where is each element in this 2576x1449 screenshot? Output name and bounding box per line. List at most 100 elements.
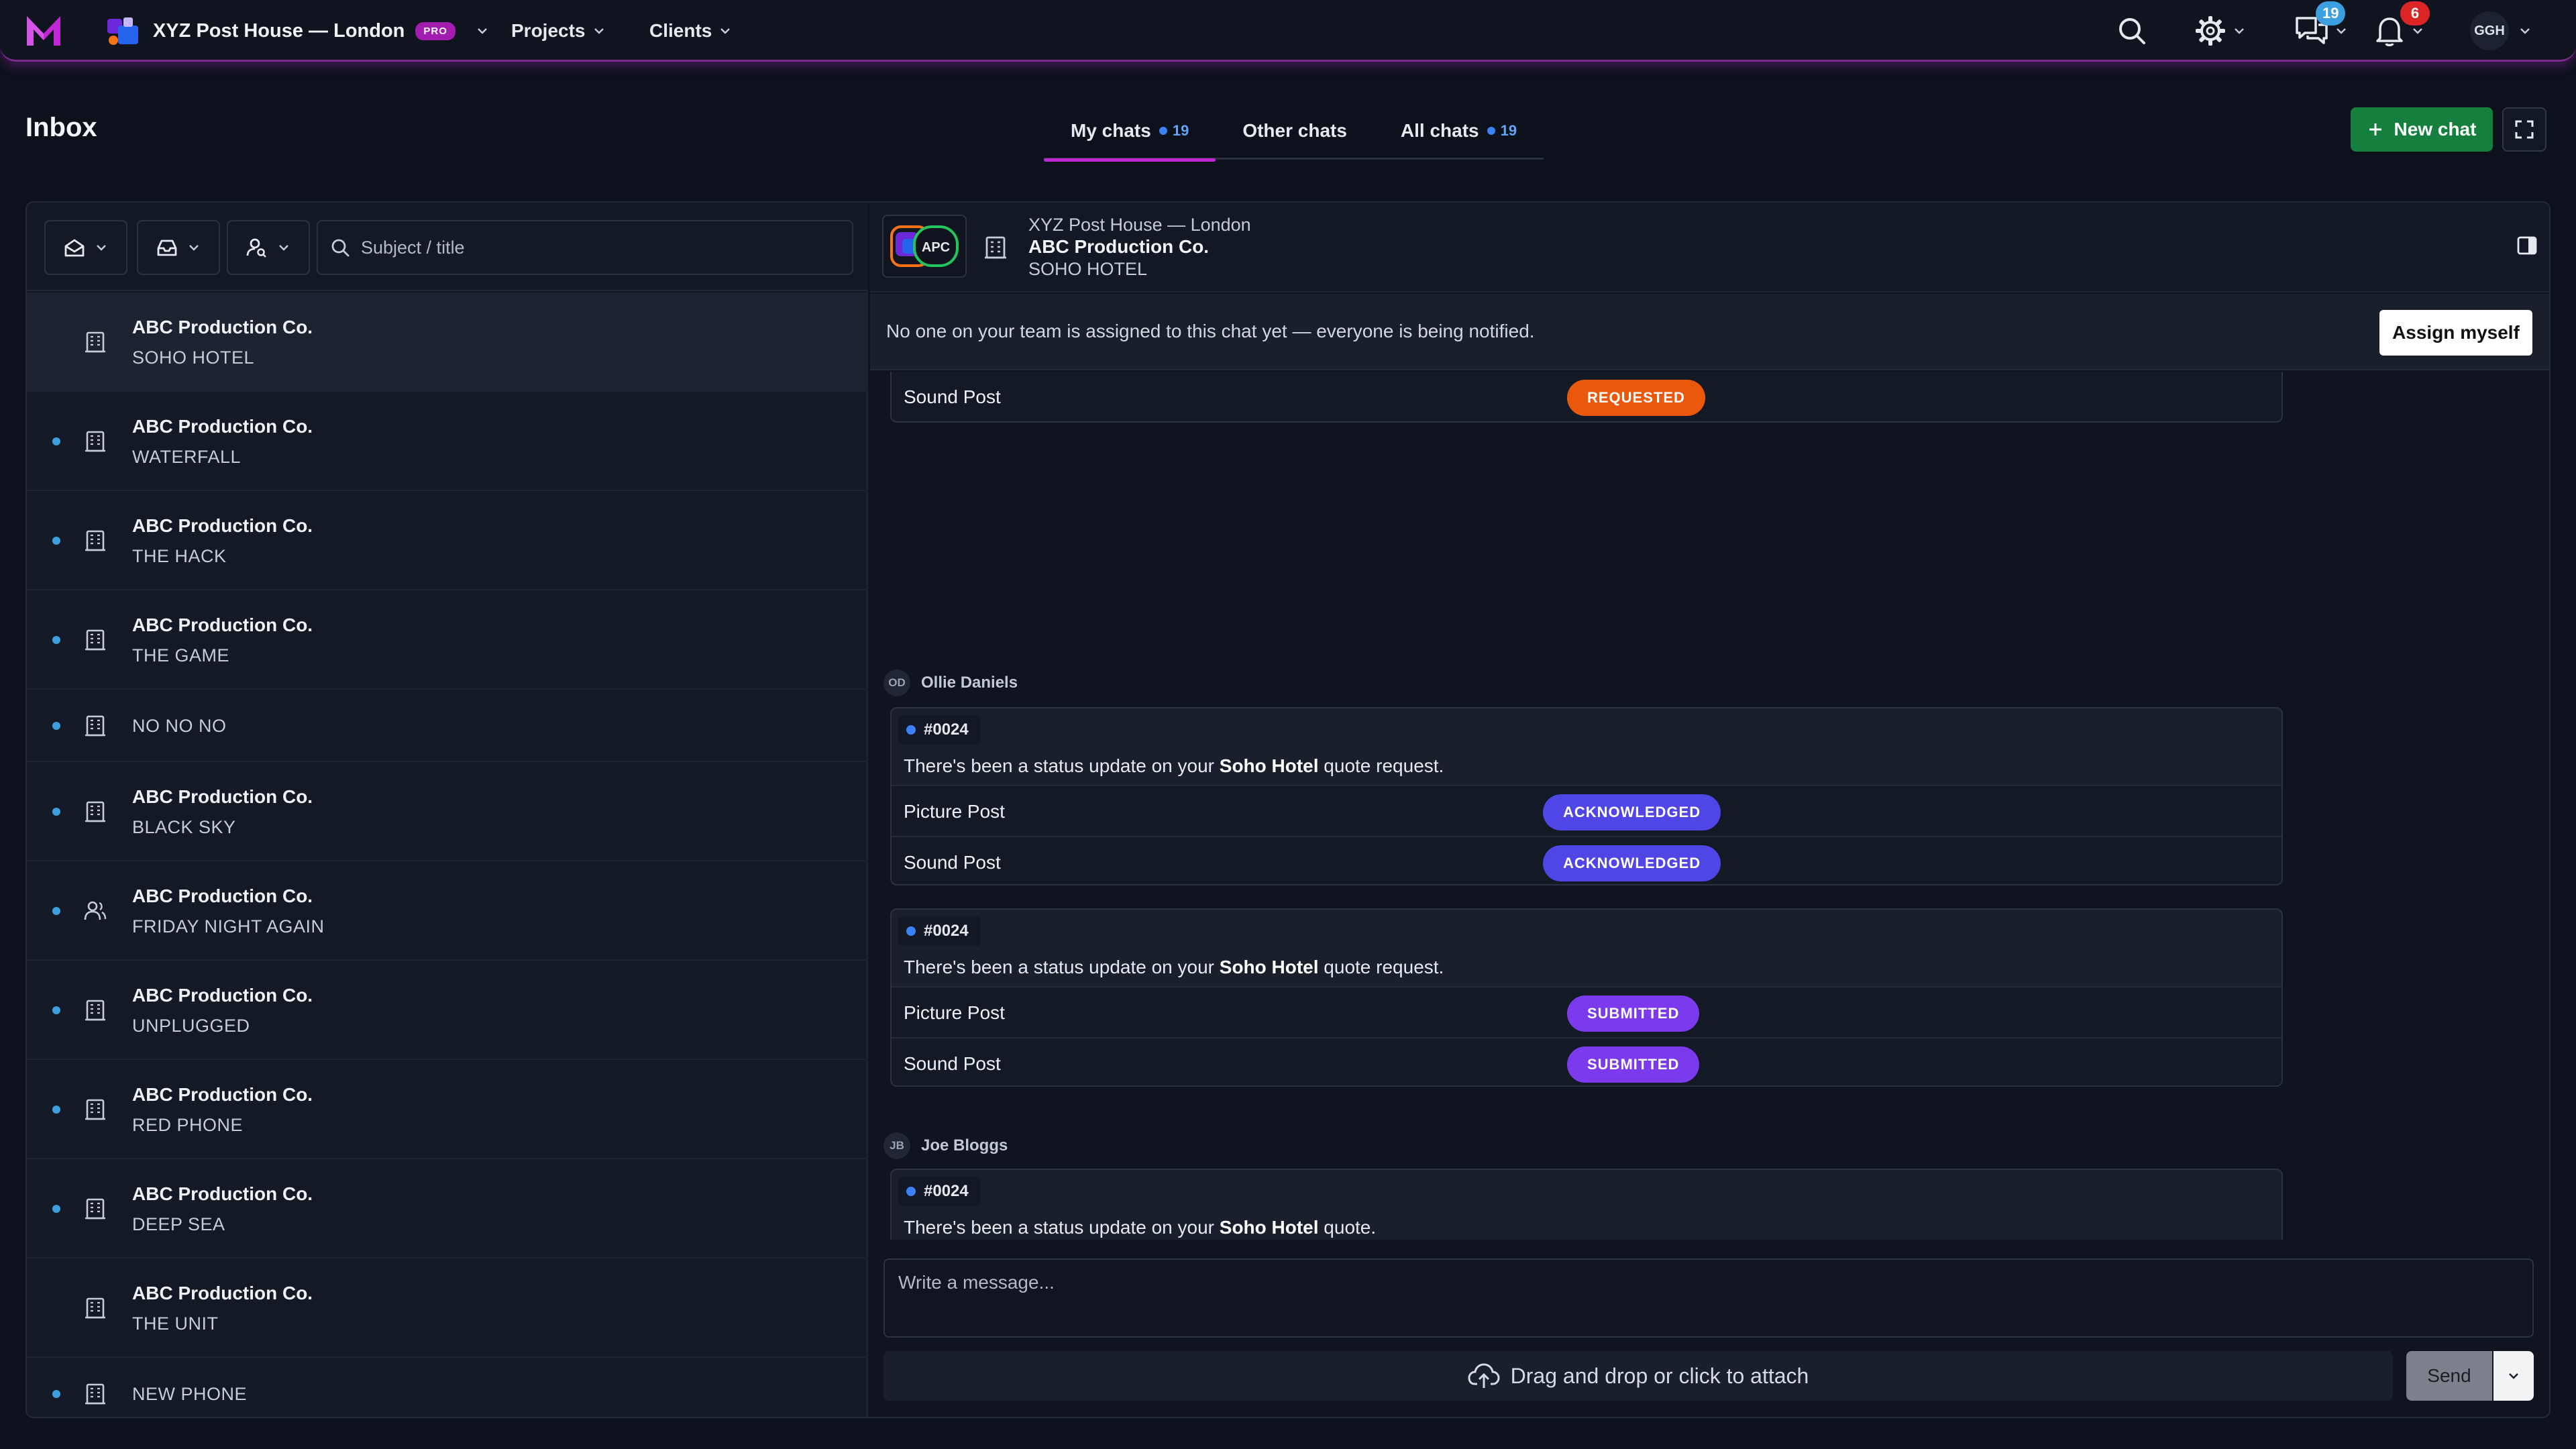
chat-list-item[interactable]: ABC Production Co. THE GAME xyxy=(27,590,868,690)
brand-m-logo[interactable] xyxy=(25,13,62,47)
chat-project: DEEP SEA xyxy=(132,1214,225,1234)
notifications-count-badge: 6 xyxy=(2400,1,2430,25)
avatar: GGH xyxy=(2470,11,2509,50)
chat-list-item[interactable]: ABC Production Co. FRIDAY NIGHT AGAIN xyxy=(27,861,868,961)
unread-dot xyxy=(52,437,60,445)
message-card: Sound Post REQUESTED xyxy=(890,372,2283,423)
chat-list-item[interactable]: ABC Production Co. BLACK SKY xyxy=(27,762,868,861)
chat-list-item[interactable]: NEW PHONE xyxy=(27,1358,868,1417)
unread-dot xyxy=(52,636,60,644)
sidebar-toggle-icon[interactable] xyxy=(2516,235,2538,256)
chat-project: THE HACK xyxy=(132,546,227,566)
avatar: OD xyxy=(883,669,910,696)
message-input[interactable] xyxy=(898,1272,2508,1326)
unread-dot xyxy=(52,1205,60,1213)
tab-count: 19 xyxy=(1172,122,1189,139)
client-avatar-initials: APC xyxy=(922,240,950,255)
status-badge: ACKNOWLEDGED xyxy=(1543,794,1721,830)
unread-dot xyxy=(52,907,60,915)
chat-list-panel: ABC Production Co.SOHO HOTELABC Producti… xyxy=(27,203,868,1417)
chat-project: UNPLUGGED xyxy=(132,1016,250,1036)
chat-list-item[interactable]: ABC Production Co. WATERFALL xyxy=(27,392,868,491)
assign-myself-button[interactable]: Assign myself xyxy=(2379,310,2532,356)
tab-all-chats[interactable]: All chats 19 xyxy=(1374,102,1544,160)
send-options-button[interactable] xyxy=(2493,1351,2534,1401)
fullscreen-button[interactable] xyxy=(2502,107,2546,152)
nav-clients[interactable]: Clients xyxy=(649,15,732,47)
message-sender: JB Joe Bloggs xyxy=(883,1132,1008,1159)
building-icon xyxy=(85,1198,105,1220)
unread-dot xyxy=(52,1390,60,1398)
subject-search[interactable] xyxy=(317,220,853,275)
search-input[interactable] xyxy=(361,237,830,258)
chat-client: ABC Production Co. xyxy=(132,985,313,1006)
settings-button[interactable] xyxy=(2194,12,2246,50)
message-text: There's been a status update on your Soh… xyxy=(904,1217,1377,1238)
send-button[interactable]: Send xyxy=(2406,1351,2492,1401)
service-name: Picture Post xyxy=(904,1002,1005,1023)
service-row: Sound Post ACKNOWLEDGED xyxy=(892,836,2282,884)
quote-reference[interactable]: #0024 xyxy=(898,1177,981,1206)
building-icon xyxy=(985,236,1006,259)
message-composer[interactable] xyxy=(883,1258,2534,1338)
unread-dot xyxy=(52,1106,60,1114)
status-dot xyxy=(906,725,916,735)
chat-list-item[interactable]: ABC Production Co. THE UNIT xyxy=(27,1258,868,1358)
chat-header: APC XYZ Post House — London ABC Producti… xyxy=(870,203,2549,292)
chat-list-item[interactable]: ABC Production Co. THE HACK xyxy=(27,491,868,590)
plus-icon xyxy=(2369,123,2381,136)
chat-project: BLACK SKY xyxy=(132,817,236,837)
filter-inbox[interactable] xyxy=(137,220,220,275)
chat-project: FRIDAY NIGHT AGAIN xyxy=(132,916,325,936)
quote-reference[interactable]: #0024 xyxy=(898,916,981,946)
attach-dropzone[interactable]: Drag and drop or click to attach xyxy=(883,1351,2393,1401)
unread-dot xyxy=(52,537,60,545)
chat-list-item[interactable]: ABC Production Co. RED PHONE xyxy=(27,1060,868,1159)
building-icon xyxy=(85,801,105,822)
message-thread[interactable]: Sound Post REQUESTED OD Ollie Daniels JB… xyxy=(870,372,2549,1240)
nav-projects[interactable]: Projects xyxy=(511,15,606,47)
chevron-down-icon xyxy=(720,28,731,34)
client-avatar[interactable]: APC xyxy=(882,215,967,278)
chat-project: THE GAME xyxy=(132,645,230,665)
chevron-down-icon xyxy=(97,245,106,251)
status-badge: ACKNOWLEDGED xyxy=(1543,845,1721,881)
page-title: Inbox xyxy=(25,113,97,142)
bell-icon xyxy=(2376,17,2403,46)
assignment-notice: No one on your team is assigned to this … xyxy=(870,294,2549,370)
pro-badge: PRO xyxy=(415,21,455,40)
org-switcher[interactable]: XYZ Post House — London PRO xyxy=(105,15,489,47)
quote-reference[interactable]: #0024 xyxy=(898,715,981,745)
search-button[interactable] xyxy=(2116,12,2148,50)
chat-list-item[interactable]: ABC Production Co. UNPLUGGED xyxy=(27,961,868,1060)
chat-project-name: SOHO HOTEL xyxy=(1028,259,1148,279)
chat-client: ABC Production Co. xyxy=(132,416,313,437)
unread-dot xyxy=(52,722,60,730)
filter-assignee[interactable] xyxy=(227,220,310,275)
filter-read-status[interactable] xyxy=(44,220,127,275)
chevron-down-icon xyxy=(189,245,199,251)
chat-project: RED PHONE xyxy=(132,1115,244,1135)
chat-project: NO NO NO xyxy=(132,716,227,736)
message-card: #0024 There's been a status update on you… xyxy=(890,908,2283,1087)
notice-text: No one on your team is assigned to this … xyxy=(886,321,1535,341)
cloud-upload-icon xyxy=(1468,1363,1500,1388)
chat-list-item[interactable]: ABC Production Co. DEEP SEA xyxy=(27,1159,868,1258)
gear-icon xyxy=(2196,16,2225,46)
user-menu[interactable]: GGH xyxy=(2470,11,2532,50)
tab-other-chats[interactable]: Other chats xyxy=(1216,102,1374,160)
chat-list-item[interactable]: ABC Production Co. SOHO HOTEL xyxy=(27,292,868,392)
chat-list-item[interactable]: NO NO NO xyxy=(27,690,868,762)
chat-project: NEW PHONE xyxy=(132,1384,248,1404)
chevron-down-icon xyxy=(2509,1373,2518,1379)
new-chat-button[interactable]: New chat xyxy=(2351,107,2493,152)
building-icon xyxy=(85,629,105,651)
status-badge: REQUESTED xyxy=(1567,380,1705,416)
chat-list: ABC Production Co. SOHO HOTEL ABC Producti… xyxy=(27,292,868,1417)
building-icon xyxy=(85,331,105,353)
building-icon xyxy=(85,1297,105,1319)
unread-dot xyxy=(52,808,60,816)
chevron-down-icon xyxy=(2520,28,2530,34)
tab-my-chats[interactable]: My chats 19 xyxy=(1044,102,1216,162)
chat-client: ABC Production Co. xyxy=(132,786,313,807)
